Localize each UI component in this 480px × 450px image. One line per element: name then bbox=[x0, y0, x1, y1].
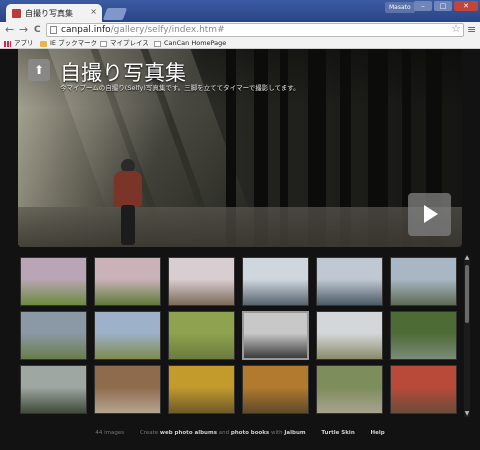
star-icon[interactable]: ☆ bbox=[451, 23, 461, 35]
photo-thumbnail[interactable] bbox=[168, 365, 235, 414]
bookmark-label: アプリ bbox=[14, 39, 34, 47]
photo-thumbnail[interactable] bbox=[390, 365, 457, 414]
credit-text: Create web photo albums and photo books … bbox=[140, 430, 308, 436]
photo-thumbnail[interactable] bbox=[94, 311, 161, 360]
bookmark-apps[interactable]: アプリ bbox=[4, 39, 34, 48]
main-photo[interactable]: ⬆ 自撮り写真集 今マイブームの自撮り(Selfy)写真集です。三脚を立ててタイ… bbox=[18, 49, 462, 247]
bookmark-ie-folder[interactable]: IE ブックマーク bbox=[40, 39, 97, 48]
thumbnail-grid bbox=[20, 257, 460, 417]
forward-icon[interactable]: → bbox=[19, 23, 28, 37]
web-albums-link[interactable]: web photo albums bbox=[160, 430, 217, 436]
photo-thumbnail[interactable] bbox=[94, 365, 161, 414]
photo-thumbnail[interactable] bbox=[242, 257, 309, 306]
photo-thumbnail[interactable] bbox=[316, 311, 383, 360]
cyclist-legs bbox=[121, 205, 135, 245]
close-window-button[interactable]: ✕ bbox=[454, 1, 478, 11]
browser-tab[interactable]: 自撮り写真集 × bbox=[6, 4, 102, 22]
gallery-page: ⬆ 自撮り写真集 今マイブームの自撮り(Selfy)写真集です。三脚を立ててタイ… bbox=[0, 49, 480, 450]
photo-thumbnail[interactable] bbox=[168, 257, 235, 306]
browser-titlebar: 自撮り写真集 × Masato – □ ✕ bbox=[0, 0, 480, 22]
gallery-footer: 44 images Create web photo albums and ph… bbox=[0, 427, 480, 439]
scroll-down-icon[interactable]: ▼ bbox=[464, 411, 470, 417]
image-count: 44 images bbox=[95, 430, 125, 436]
bookmarks-bar: アプリ IE ブックマーク マイプレイス CanCan HomePage bbox=[0, 38, 480, 49]
apps-icon bbox=[4, 40, 11, 47]
bookmark-label: IE ブックマーク bbox=[50, 39, 98, 47]
photo-books-link[interactable]: photo books bbox=[231, 430, 269, 436]
photo-thumbnail[interactable] bbox=[390, 257, 457, 306]
photo-caption: 今マイブームの自撮り(Selfy)写真集です。三脚を立ててタイマーで撮影してます… bbox=[60, 84, 300, 92]
credit-and: and bbox=[218, 430, 230, 436]
url-path: /gallery/selfy/index.htm# bbox=[110, 25, 225, 35]
bookmark-cancan[interactable]: CanCan HomePage bbox=[154, 39, 226, 48]
photo-thumbnail[interactable] bbox=[316, 365, 383, 414]
photo-thumbnail[interactable] bbox=[20, 365, 87, 414]
minimize-button[interactable]: – bbox=[414, 1, 432, 11]
jalbum-link[interactable]: Jalbum bbox=[284, 430, 305, 436]
photo-thumbnail[interactable] bbox=[242, 365, 309, 414]
photo-thumbnail[interactable] bbox=[20, 257, 87, 306]
bookmark-label: CanCan HomePage bbox=[164, 39, 227, 47]
play-icon bbox=[424, 205, 438, 223]
page-icon bbox=[100, 40, 107, 47]
new-tab-button[interactable] bbox=[102, 8, 128, 20]
favicon-icon bbox=[12, 8, 21, 18]
address-bar[interactable]: canpal.info/gallery/selfy/index.htm# ☆ bbox=[46, 23, 464, 37]
folder-icon bbox=[40, 40, 47, 47]
turtle-skin-link[interactable]: Turtle Skin bbox=[321, 430, 354, 436]
photo-thumbnail[interactable] bbox=[94, 257, 161, 306]
page-icon bbox=[154, 40, 161, 47]
next-play-button[interactable] bbox=[408, 193, 451, 236]
profile-button[interactable]: Masato bbox=[385, 2, 415, 13]
cyclist-body bbox=[114, 171, 142, 207]
bookmark-label: マイプレイス bbox=[110, 39, 149, 47]
photo-thumbnail[interactable] bbox=[20, 311, 87, 360]
back-icon[interactable]: ← bbox=[5, 23, 14, 37]
scroll-up-icon[interactable]: ▲ bbox=[464, 255, 470, 261]
page-icon bbox=[50, 26, 57, 34]
scrollbar-thumb[interactable] bbox=[465, 265, 469, 323]
maximize-button[interactable]: □ bbox=[434, 1, 452, 11]
browser-toolbar: ← → C canpal.info/gallery/selfy/index.ht… bbox=[0, 22, 480, 38]
home-up-icon[interactable]: ⬆ bbox=[28, 59, 50, 81]
photo-thumbnail[interactable] bbox=[168, 311, 235, 360]
menu-icon[interactable]: ≡ bbox=[467, 24, 476, 36]
photo-thumbnail[interactable] bbox=[390, 311, 457, 360]
tab-close-icon[interactable]: × bbox=[90, 7, 97, 16]
photo-thumbnail[interactable] bbox=[316, 257, 383, 306]
credit-with: with bbox=[270, 430, 283, 436]
help-link[interactable]: Help bbox=[370, 430, 384, 436]
road bbox=[18, 207, 462, 247]
photo-thumbnail[interactable] bbox=[242, 311, 309, 360]
credit-prefix: Create bbox=[139, 430, 159, 436]
tab-title: 自撮り写真集 bbox=[25, 8, 73, 18]
url-host: canpal.info bbox=[61, 25, 111, 35]
bookmark-myplace[interactable]: マイプレイス bbox=[100, 39, 149, 48]
reload-icon[interactable]: C bbox=[34, 23, 41, 37]
